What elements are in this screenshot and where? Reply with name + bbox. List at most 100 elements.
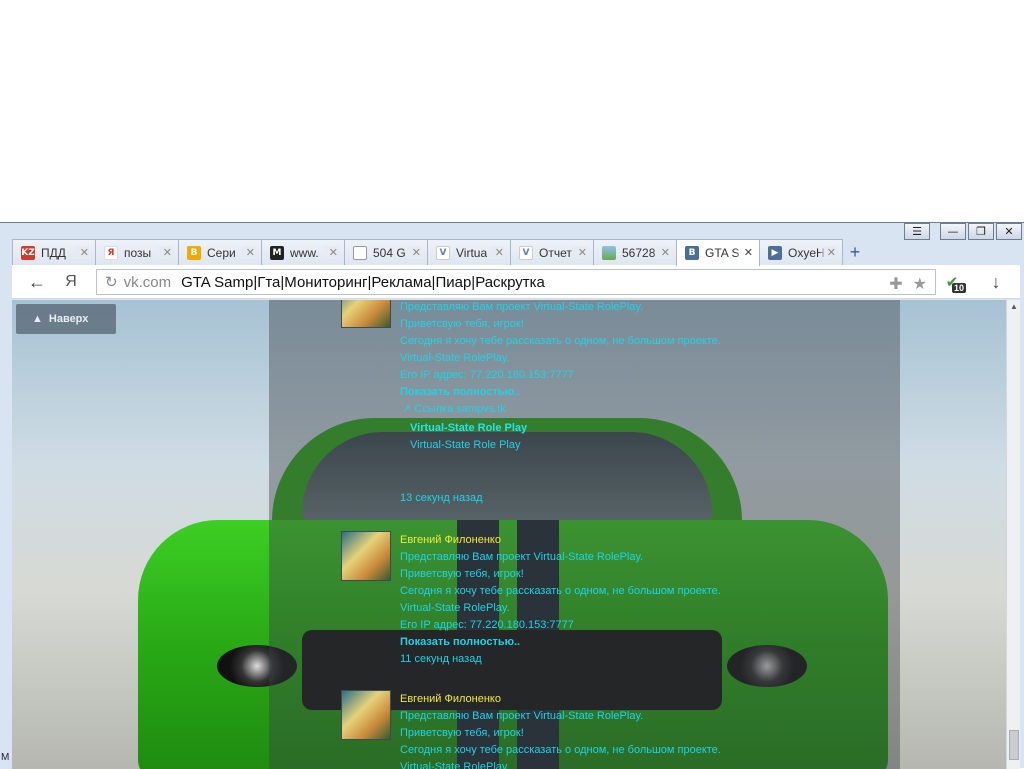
tab-4-favicon-icon xyxy=(353,245,367,260)
tab-7-favicon-icon xyxy=(602,245,616,260)
wall-feed: Представляю Вам проект Virtual-State Rol… xyxy=(269,300,900,769)
browser-window: ☰ — ❐ ✕ KZ ПДД ✕ Япозы ✕ B Сери ✕ Mwww. ✕ 504 … xyxy=(0,222,1024,769)
post-1-timestamp[interactable]: 13 секунд назад xyxy=(400,490,721,507)
scroll-to-top-label: Наверх xyxy=(48,313,89,325)
post-3-line-3: Сегодня я хочу тебе рассказать о одном, … xyxy=(400,744,721,756)
scroll-up-arrow-icon[interactable]: ▲ xyxy=(1010,302,1018,311)
post-2-line-2: Приветсвую тебя, игрок! xyxy=(400,568,524,580)
post-1-show-more-link[interactable]: Показать полностью.. xyxy=(400,384,721,401)
tab-7-close-icon[interactable]: ✕ xyxy=(652,246,670,259)
tab-6-close-icon[interactable]: ✕ xyxy=(569,246,587,259)
tab-5-close-icon[interactable]: ✕ xyxy=(486,246,504,259)
new-tab-button[interactable]: + xyxy=(842,239,868,265)
tab-8-active[interactable]: B GTA S ✕ xyxy=(676,239,760,266)
address-actions: ✚ ★ xyxy=(889,274,927,294)
tab-8-close-icon[interactable]: ✕ xyxy=(735,246,753,259)
post-1-avatar[interactable] xyxy=(341,300,391,328)
reload-icon[interactable]: ↻ xyxy=(105,273,118,291)
tab-0-close-icon[interactable]: ✕ xyxy=(71,246,89,259)
browser-menu-button[interactable]: ☰ xyxy=(904,223,930,240)
tab-2-close-icon[interactable]: ✕ xyxy=(237,246,255,259)
post-3-line-1: Представляю Вам проект Virtual-State Rol… xyxy=(400,710,644,722)
post-3-avatar[interactable] xyxy=(341,690,391,740)
bookmark-star-icon[interactable]: ★ xyxy=(913,274,927,294)
post-2-text: Евгений Филоненко Представляю Вам проект… xyxy=(400,532,721,668)
tab-3-label: www. xyxy=(290,245,319,260)
link-arrow-icon: ↗ xyxy=(402,403,415,415)
tab-6[interactable]: V Отчет ✕ xyxy=(510,239,594,265)
tab-9[interactable]: ▶ OxyeH ✕ xyxy=(759,239,843,265)
tab-3-favicon-icon: M xyxy=(270,245,284,260)
tab-1-label: позы xyxy=(124,245,152,260)
post-3-author[interactable]: Евгений Филоненко xyxy=(400,691,721,708)
minimize-button[interactable]: — xyxy=(940,223,966,240)
tab-5[interactable]: V Virtua ✕ xyxy=(427,239,511,265)
post-1-line-3: Сегодня я хочу тебе рассказать о одном, … xyxy=(400,335,721,347)
address-host: vk.com xyxy=(123,273,172,291)
post-1-link-text: Ссылка sampvs.tk xyxy=(414,403,506,415)
back-arrow-icon[interactable]: ← xyxy=(26,272,48,292)
post-2-line-1: Представляю Вам проект Virtual-State Rol… xyxy=(400,551,644,563)
post-2-show-more-link[interactable]: Показать полностью.. xyxy=(400,634,721,651)
post-2-line-4: Virtual-State RolePlay. xyxy=(400,602,510,614)
tab-0-label: ПДД xyxy=(41,245,66,260)
tab-4-close-icon[interactable]: ✕ xyxy=(403,246,421,259)
extension-badge: 10 xyxy=(952,283,967,293)
tab-5-favicon-icon: V xyxy=(436,245,450,260)
restore-button[interactable]: ❐ xyxy=(968,223,994,240)
scroll-to-top-button[interactable]: ▲ Наверх xyxy=(16,304,116,334)
post-1-line-5: Его IP адрес: 77.220.180.153:7777 xyxy=(400,369,574,381)
post-1-snippet-title: Virtual-State Role Play xyxy=(410,422,528,434)
post-2-line-3: Сегодня я хочу тебе рассказать о одном, … xyxy=(400,585,721,597)
post-2-avatar[interactable] xyxy=(341,531,391,581)
post-2-line-5: Его IP адрес: 77.220.180.153:7777 xyxy=(400,619,574,631)
yandex-logo-icon[interactable]: Я xyxy=(62,272,80,292)
window-controls: ☰ — ❐ ✕ xyxy=(904,223,1022,241)
post-1-line-2: Приветсвую тебя, игрок! xyxy=(400,318,524,330)
tab-strip: KZ ПДД ✕ Япозы ✕ B Сери ✕ Mwww. ✕ 504 G ✕ V Virt… xyxy=(12,239,868,266)
post-2-timestamp[interactable]: 11 секунд назад xyxy=(400,651,721,668)
up-triangle-icon: ▲ xyxy=(32,313,43,325)
tab-6-favicon-icon: V xyxy=(519,245,533,260)
tab-0[interactable]: KZ ПДД ✕ xyxy=(12,239,96,265)
tab-5-label: Virtua xyxy=(456,245,488,260)
tab-1-close-icon[interactable]: ✕ xyxy=(154,246,172,259)
post-1-text: Представляю Вам проект Virtual-State Rol… xyxy=(400,300,721,507)
post-1-attached-link[interactable]: ↗ Ссылка sampvs.tk xyxy=(400,401,721,418)
tab-4[interactable]: 504 G ✕ xyxy=(344,239,428,265)
post-3-text: Евгений Филоненко Представляю Вам проект… xyxy=(400,691,721,769)
post-2-author[interactable]: Евгений Филоненко xyxy=(400,532,721,549)
tab-2-label: Сери xyxy=(207,245,236,260)
tab-4-label: 504 G xyxy=(373,245,406,260)
tab-8-label: GTA S xyxy=(705,246,740,260)
post-3-line-2: Приветсвую тебя, игрок! xyxy=(400,727,524,739)
tab-1-favicon-icon: Я xyxy=(104,245,118,260)
tab-9-close-icon[interactable]: ✕ xyxy=(818,246,836,259)
post-1-snippet[interactable]: Virtual-State Role Play Virtual-State Ro… xyxy=(400,420,721,454)
scrollbar-thumb[interactable] xyxy=(1009,730,1019,760)
address-page-title: GTA Samp|Гта|Мониторинг|Реклама|Пиар|Рас… xyxy=(181,273,545,291)
tab-0-favicon-icon: KZ xyxy=(21,245,35,260)
page-viewport: Представляю Вам проект Virtual-State Rol… xyxy=(12,300,1006,769)
address-bar[interactable]: ↻ vk.com GTA Samp|Гта|Мониторинг|Реклама… xyxy=(96,269,936,295)
protect-shield-icon[interactable]: ✔10 xyxy=(940,272,967,293)
tab-3-close-icon[interactable]: ✕ xyxy=(320,246,338,259)
tab-2-favicon-icon: B xyxy=(187,245,201,260)
page-scrollbar[interactable]: ▲ xyxy=(1006,300,1020,769)
tab-9-favicon-icon: ▶ xyxy=(768,245,782,260)
tab-8-favicon-icon: B xyxy=(685,246,699,260)
tab-1[interactable]: Япозы ✕ xyxy=(95,239,179,265)
close-button[interactable]: ✕ xyxy=(996,223,1022,240)
download-icon[interactable]: ↓ xyxy=(986,272,1006,292)
extension-puzzle-icon[interactable]: ✚ xyxy=(889,274,902,294)
post-1-line-4: Virtual-State RolePlay. xyxy=(400,352,510,364)
post-1-line-1: Представляю Вам проект Virtual-State Rol… xyxy=(400,301,644,313)
tab-7[interactable]: 56728 ✕ xyxy=(593,239,677,265)
post-1-snippet-subtitle: Virtual-State Role Play xyxy=(410,439,521,451)
tab-2[interactable]: B Сери ✕ xyxy=(178,239,262,265)
tab-7-label: 56728 xyxy=(622,245,656,260)
toolbar: ← Я ↻ vk.com GTA Samp|Гта|Мониторинг|Рек… xyxy=(12,265,1020,299)
corner-text: M xyxy=(1,752,10,763)
tab-3[interactable]: Mwww. ✕ xyxy=(261,239,345,265)
tab-6-label: Отчет xyxy=(539,245,572,260)
